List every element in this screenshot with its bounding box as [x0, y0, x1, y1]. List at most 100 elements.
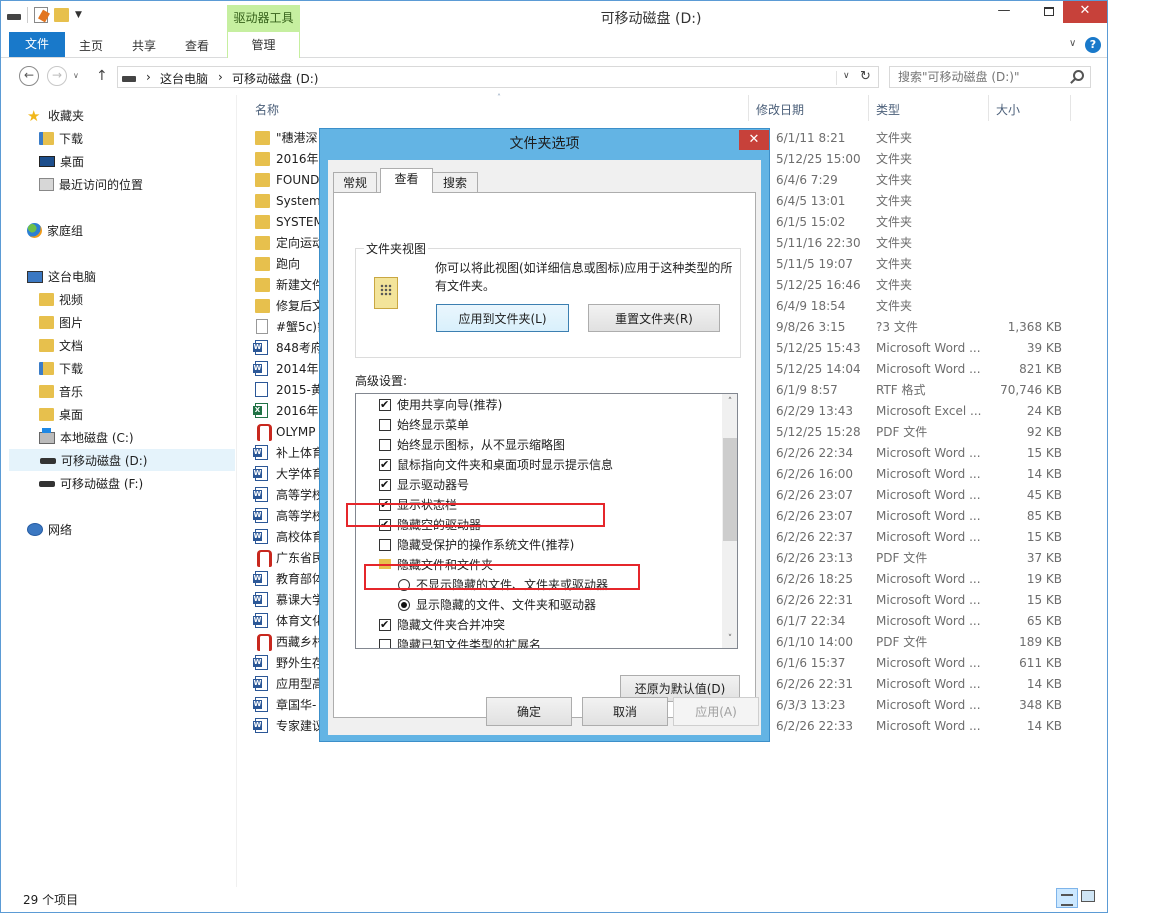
scroll-up-icon[interactable]: ˄ — [722, 394, 737, 411]
computer-icon — [27, 270, 43, 283]
nav-network[interactable]: 网络 — [27, 519, 72, 541]
navigation-pane: ★ 收藏夹 下载 桌面 最近访问的位置 家庭组 这台电脑 视频 图片 文档 下载 … — [1, 95, 237, 887]
nav-homegroup[interactable]: 家庭组 — [27, 220, 83, 242]
tab-general[interactable]: 常规 — [333, 172, 377, 192]
nav-desktop-pc[interactable]: 桌面 — [39, 404, 83, 426]
nav-pictures[interactable]: 图片 — [39, 312, 83, 334]
tab-home[interactable]: 主页 — [79, 35, 103, 58]
dialog-close-button[interactable]: ✕ — [739, 130, 769, 150]
nav-removable-disk-f[interactable]: 可移动磁盘 (F:) — [39, 473, 143, 495]
setting-checkbox[interactable] — [379, 475, 391, 495]
up-button[interactable]: ↑ — [96, 68, 108, 84]
downloads-folder-icon — [39, 362, 54, 375]
setting-label: 显示隐藏的文件、文件夹和驱动器 — [416, 598, 597, 612]
setting-checkbox[interactable] — [379, 439, 391, 451]
nav-documents[interactable]: 文档 — [39, 335, 83, 357]
file-type: ?3 文件 — [876, 320, 918, 334]
setting-label: 使用共享向导(推荐) — [397, 398, 503, 412]
ok-button[interactable]: 确定 — [486, 697, 572, 726]
file-name: FOUND — [276, 173, 320, 187]
file-date: 6/1/5 15:02 — [776, 215, 846, 229]
nav-music[interactable]: 音乐 — [39, 381, 83, 403]
minimize-button[interactable]: — — [989, 1, 1019, 23]
setting-radio[interactable] — [398, 579, 410, 591]
maximize-button[interactable] — [1034, 1, 1064, 23]
expand-ribbon-icon[interactable]: ∨ — [1069, 38, 1076, 49]
column-divider[interactable] — [988, 95, 989, 121]
refresh-icon[interactable]: ↻ — [860, 69, 871, 84]
address-bar[interactable]: › 这台电脑 › 可移动磁盘 (D:) ∨ ↻ — [117, 66, 879, 88]
file-name: 补上体育 — [276, 446, 325, 460]
nav-removable-disk-d[interactable]: 可移动磁盘 (D:) — [9, 449, 235, 471]
tab-view[interactable]: 查看 — [185, 35, 209, 58]
column-header-name[interactable]: 名称 — [255, 101, 279, 118]
file-date: 6/2/26 22:33 — [776, 719, 854, 733]
nav-this-pc[interactable]: 这台电脑 — [27, 266, 96, 288]
help-icon[interactable]: ? — [1085, 37, 1101, 53]
setting-checkbox[interactable] — [379, 419, 391, 431]
column-divider[interactable] — [1070, 95, 1071, 121]
desktop-folder-icon — [39, 408, 54, 421]
nav-local-disk-c[interactable]: 本地磁盘 (C:) — [39, 427, 134, 449]
breadcrumb-removable-disk-d[interactable]: 可移动磁盘 (D:) — [232, 70, 318, 87]
breadcrumb-this-pc[interactable]: 这台电脑 — [160, 70, 208, 87]
tab-share[interactable]: 共享 — [132, 35, 156, 58]
setting-checkbox[interactable] — [379, 539, 391, 551]
file-date: 5/11/16 22:30 — [776, 236, 861, 250]
file-name: 广东省民 — [276, 551, 325, 565]
scroll-thumb[interactable] — [723, 438, 737, 541]
setting-checkbox[interactable] — [379, 615, 391, 635]
apply-to-folders-button[interactable]: 应用到文件夹(L) — [436, 304, 569, 332]
tab-view-options[interactable]: 查看 — [380, 168, 433, 193]
close-button[interactable]: ✕ — [1063, 1, 1107, 23]
file-name: OLYMP — [276, 425, 316, 439]
file-name: 教育部体 — [276, 572, 325, 586]
setting-checkbox[interactable] — [379, 515, 391, 535]
address-separator[interactable]: › — [146, 70, 151, 84]
scroll-down-icon[interactable]: ˅ — [722, 631, 737, 648]
apply-button[interactable]: 应用(A) — [673, 697, 759, 726]
setting-checkbox[interactable] — [379, 455, 391, 475]
file-date: 6/2/29 13:43 — [776, 404, 854, 418]
forward-button[interactable]: → — [47, 66, 67, 86]
search-box[interactable] — [889, 66, 1091, 88]
file-type: Microsoft Word ... — [876, 509, 981, 523]
setting-radio[interactable] — [398, 599, 410, 611]
item-count: 29 个项目 — [23, 893, 79, 907]
file-size: 70,746 KB — [1000, 383, 1062, 397]
search-input[interactable] — [898, 70, 1066, 84]
tab-search-options[interactable]: 搜索 — [432, 172, 478, 192]
large-icons-view-icon[interactable] — [1081, 890, 1095, 902]
word-document-icon — [253, 571, 268, 586]
back-button[interactable]: ← — [19, 66, 39, 86]
column-header-type[interactable]: 类型 — [876, 101, 900, 118]
nav-downloads-pc[interactable]: 下载 — [39, 358, 83, 380]
pdf-document-icon — [255, 550, 272, 567]
file-size: 65 KB — [1026, 614, 1062, 628]
nav-recent-places[interactable]: 最近访问的位置 — [39, 174, 143, 196]
nav-favorites[interactable]: ★ 收藏夹 — [27, 105, 84, 127]
setting-checkbox[interactable] — [379, 495, 391, 515]
column-header-date[interactable]: 修改日期 — [756, 101, 804, 118]
setting-checkbox[interactable] — [379, 639, 391, 648]
nav-desktop[interactable]: 桌面 — [39, 151, 84, 173]
cancel-button[interactable]: 取消 — [582, 697, 668, 726]
column-divider[interactable] — [748, 95, 749, 121]
tab-manage[interactable]: 管理 — [227, 32, 300, 58]
reset-folders-button[interactable]: 重置文件夹(R) — [588, 304, 720, 332]
column-header-size[interactable]: 大小 — [996, 101, 1020, 118]
column-divider[interactable] — [868, 95, 869, 121]
details-view-icon[interactable] — [1056, 888, 1078, 908]
setting-checkbox[interactable] — [379, 395, 391, 415]
nav-downloads[interactable]: 下载 — [39, 128, 83, 150]
advanced-scrollbar[interactable]: ˄ ˅ — [722, 394, 737, 648]
nav-videos[interactable]: 视频 — [39, 289, 83, 311]
setting-label: 隐藏文件夹合并冲突 — [397, 618, 506, 632]
recent-locations-icon[interactable]: ∨ — [73, 71, 79, 80]
address-dropdown-icon[interactable]: ∨ — [836, 71, 850, 85]
search-icon[interactable] — [1073, 70, 1084, 81]
file-date: 6/4/5 13:01 — [776, 194, 846, 208]
tab-file[interactable]: 文件 — [9, 32, 65, 57]
file-name: 定向运动 — [276, 236, 325, 250]
address-separator[interactable]: › — [218, 70, 223, 84]
